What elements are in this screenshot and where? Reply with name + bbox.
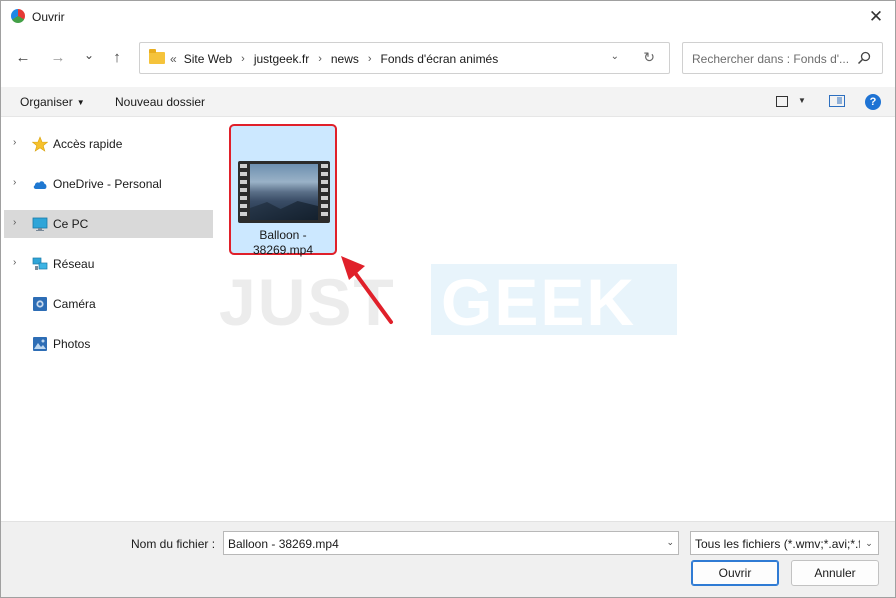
sidebar-item-ce-pc[interactable]: › Ce PC — [4, 210, 213, 238]
video-thumbnail-icon — [238, 161, 330, 223]
title-bar: Ouvrir ✕ — [1, 1, 895, 33]
file-name-line: Balloon - — [259, 228, 307, 242]
sidebar-item-onedrive[interactable]: › OneDrive - Personal — [4, 170, 213, 198]
watermark-logo: JUST GEEK — [219, 264, 679, 339]
sidebar-item-label: Caméra — [53, 297, 96, 311]
breadcrumb-item-fonds-ecran[interactable]: Fonds d'écran animés — [381, 52, 499, 66]
sidebar-item-photos[interactable]: Photos — [4, 330, 213, 358]
open-button[interactable]: Ouvrir — [691, 560, 779, 586]
sidebar-item-reseau[interactable]: › Réseau — [4, 250, 213, 278]
back-button[interactable]: ← — [13, 48, 33, 68]
new-folder-button[interactable]: Nouveau dossier — [115, 95, 205, 109]
annotation-arrow-icon — [341, 256, 393, 324]
breadcrumb-separator[interactable]: › — [368, 53, 372, 65]
filename-field[interactable]: Balloon - 38269.mp4 ⌄ — [223, 531, 679, 555]
monitor-icon — [32, 217, 48, 231]
breadcrumb-overflow[interactable]: « — [170, 52, 177, 66]
recent-locations-button[interactable]: ⌄ — [79, 45, 99, 65]
breadcrumb-item-site-web[interactable]: Site Web — [184, 52, 232, 66]
camera-icon — [33, 297, 47, 311]
network-icon — [32, 257, 48, 270]
chevron-down-icon[interactable]: ⌄ — [860, 532, 878, 554]
caret-down-icon: ▼ — [76, 98, 85, 107]
search-placeholder: Rechercher dans : Fonds d'... — [692, 52, 850, 66]
chevron-right-icon[interactable]: › — [13, 257, 16, 268]
sidebar-item-label: Ce PC — [53, 217, 89, 231]
chevron-down-icon[interactable]: ⌄ — [666, 537, 674, 548]
sidebar-item-label: OneDrive - Personal — [53, 177, 162, 191]
chevron-right-icon[interactable]: › — [13, 177, 16, 188]
app-logo-icon — [11, 9, 25, 23]
chevron-right-icon[interactable]: › — [13, 137, 16, 148]
thumbnail-landscape — [250, 164, 318, 220]
cancel-button[interactable]: Annuler — [791, 560, 879, 586]
footer-panel: Nom du fichier : Balloon - 38269.mp4 ⌄ T… — [1, 521, 895, 597]
file-name-line: 38269.mp4 — [252, 243, 314, 257]
open-file-dialog: Ouvrir ✕ ← → ⌄ ↑ « Site Web › justgeek.f… — [0, 0, 896, 598]
film-strip-right — [321, 164, 328, 220]
sidebar-item-camera[interactable]: Caméra — [4, 290, 213, 318]
close-button[interactable]: ✕ — [867, 8, 885, 26]
sidebar-item-label: Accès rapide — [53, 137, 123, 151]
file-item-balloon[interactable]: Balloon - 38269.mp4 — [229, 124, 337, 258]
file-name: Balloon - 38269.mp4 — [231, 228, 335, 258]
organize-label: Organiser — [20, 95, 73, 109]
star-icon — [32, 136, 48, 152]
command-bar: Organiser ▼ Nouveau dossier ▼ ? — [1, 87, 895, 117]
window-title: Ouvrir — [32, 10, 65, 24]
view-mode-icon[interactable] — [776, 96, 788, 107]
file-list[interactable]: JUST GEEK Balloon - 38269.mp4 — [219, 119, 895, 521]
up-button[interactable]: ↑ — [107, 48, 127, 68]
sidebar-item-label: Réseau — [53, 257, 95, 271]
organize-button[interactable]: Organiser ▼ — [20, 95, 85, 109]
breadcrumb: « Site Web › justgeek.fr › news › Fonds … — [170, 52, 498, 66]
breadcrumb-separator[interactable]: › — [318, 53, 322, 65]
chevron-right-icon[interactable]: › — [13, 217, 16, 228]
filename-label: Nom du fichier : — [131, 537, 216, 551]
refresh-button[interactable]: ↻ — [643, 49, 655, 66]
filename-value[interactable]: Balloon - 38269.mp4 — [228, 537, 339, 551]
file-type-select[interactable]: Tous les fichiers (*.wmv;*.avi;*.f ⌄ — [690, 531, 879, 555]
film-strip-left — [240, 164, 247, 220]
breadcrumb-item-news[interactable]: news — [331, 52, 359, 66]
watermark-part-geek: GEEK — [441, 265, 637, 339]
search-input[interactable]: Rechercher dans : Fonds d'... — [682, 42, 883, 74]
sidebar-item-acces-rapide[interactable]: › Accès rapide — [4, 130, 213, 158]
forward-button[interactable]: → — [48, 48, 68, 68]
navigation-bar: ← → ⌄ ↑ « Site Web › justgeek.fr › news … — [1, 37, 895, 81]
breadcrumb-separator[interactable]: › — [241, 53, 245, 65]
navigation-pane: › Accès rapide › OneDrive - Personal › C… — [1, 119, 216, 521]
help-icon[interactable]: ? — [865, 94, 881, 110]
photos-icon — [33, 337, 47, 351]
breadcrumb-item-justgeek[interactable]: justgeek.fr — [254, 52, 309, 66]
view-options-caret-icon[interactable]: ▼ — [798, 96, 806, 105]
sidebar-item-label: Photos — [53, 337, 91, 351]
address-dropdown-button[interactable]: ⌄ — [611, 51, 619, 62]
file-type-value: Tous les fichiers (*.wmv;*.avi;*.f — [695, 537, 862, 551]
address-bar[interactable]: « Site Web › justgeek.fr › news › Fonds … — [139, 42, 670, 74]
cloud-icon — [33, 181, 47, 189]
search-icon[interactable] — [857, 51, 871, 65]
preview-pane-icon[interactable] — [829, 95, 845, 107]
folder-icon — [149, 49, 165, 64]
